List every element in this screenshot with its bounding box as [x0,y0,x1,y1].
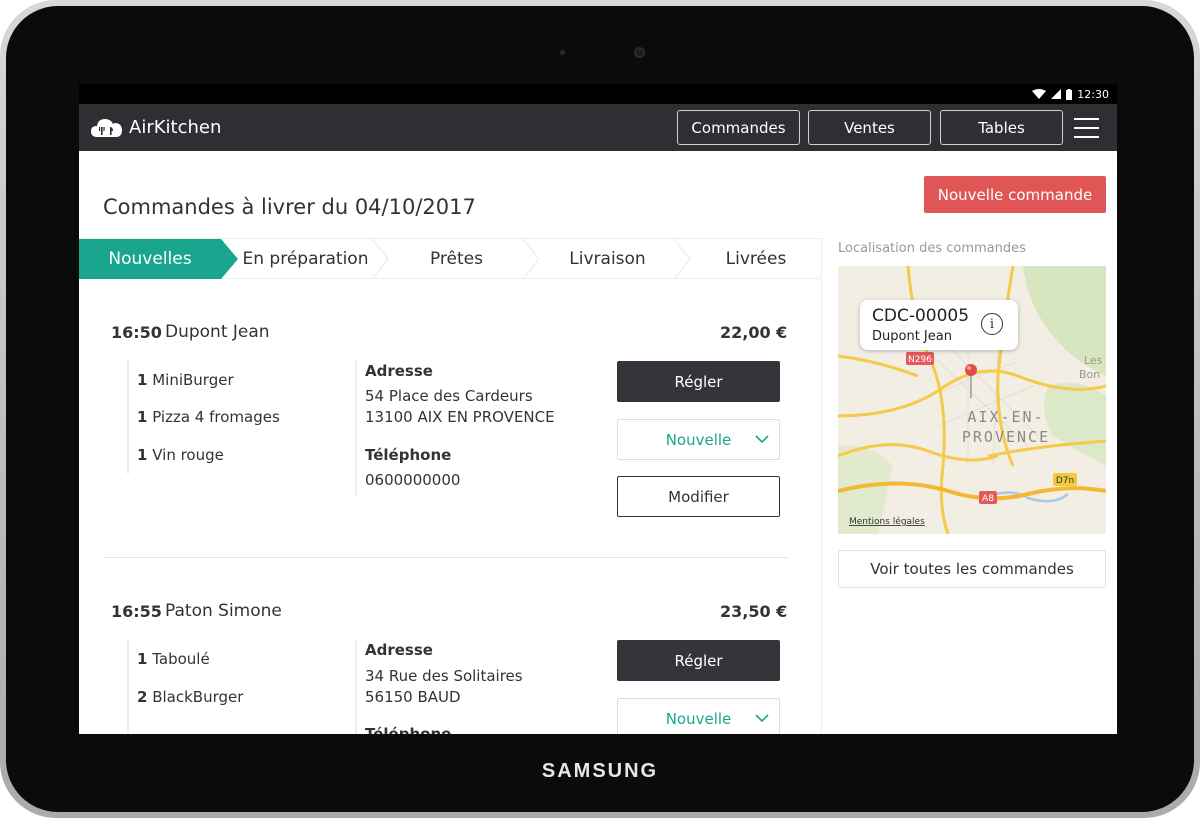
tab-separator [522,239,540,279]
panel-divider [821,238,822,734]
nav-sales-button[interactable]: Ventes [808,110,931,145]
item-name: Taboulé [152,650,210,668]
order-item: 2 BlackBurger [137,688,243,706]
items-divider [127,360,129,474]
app-bar: AirKitchen Commandes Ventes Tables [79,104,1117,151]
app-logo[interactable]: AirKitchen [91,116,221,138]
item-name: Pizza 4 fromages [152,408,280,426]
road-label-d7n: D7n [1056,476,1074,486]
info-icon[interactable]: i [981,313,1003,335]
menu-icon[interactable] [1074,118,1099,138]
address-label: Adresse [365,362,433,380]
map-city-line1: AIX-EN- [967,408,1044,426]
wifi-icon [1032,89,1047,99]
tab-livrees[interactable]: Livrées [691,239,821,279]
callout-order-id: CDC-00005 [872,306,970,326]
order-time: 16:55 [111,602,162,621]
road-label-a8: A8 [982,494,994,504]
order-item: 1 Vin rouge [137,446,224,464]
screen: 12:30 AirKitchen Commandes Ventes Tables… [79,84,1117,734]
pay-button[interactable]: Régler [617,361,780,402]
page-title: Commandes à livrer du 04/10/2017 [103,195,476,219]
status-value: Nouvelle [665,709,732,728]
chevron-down-icon [755,435,769,444]
tab-separator [673,239,691,279]
phone-label: Téléphone [365,446,452,464]
item-qty: 2 [137,688,148,706]
status-bar: 12:30 [79,84,1117,104]
status-select[interactable]: Nouvelle [617,698,780,734]
status-time: 12:30 [1077,87,1109,101]
tab-pretes[interactable]: Prêtes [389,239,524,279]
device-brand: SAMSUNG [541,760,659,782]
item-name: Vin rouge [152,446,224,464]
tab-livraison[interactable]: Livraison [540,239,675,279]
see-all-orders-button[interactable]: Voir toutes les commandes [838,550,1106,588]
address-line2: 56150 BAUD [365,688,461,706]
address-line2: 13100 AIX EN PROVENCE [365,408,555,426]
address-label: Adresse [365,641,433,659]
item-qty: 1 [137,446,148,464]
address-line1: 54 Place des Cardeurs [365,387,533,405]
tablet-frame: SAMSUNG 12:30 AirKitchen Commandes Vente… [0,0,1200,818]
order-item: 1 Pizza 4 fromages [137,408,280,426]
map-city-line2: PROVENCE [962,428,1050,446]
map-title: Localisation des commandes [838,241,1026,256]
item-qty: 1 [137,408,148,426]
status-value: Nouvelle [665,430,732,449]
callout-customer-name: Dupont Jean [872,329,952,344]
info-divider [355,639,357,734]
address-line1: 34 Rue des Solitaires [365,667,523,685]
status-select[interactable]: Nouvelle [617,419,780,460]
map-place-les: Les [1084,354,1103,367]
item-name: MiniBurger [152,371,234,389]
order-item: 1 MiniBurger [137,371,234,389]
map-place-bon: Bon [1079,368,1100,381]
order-customer-name: Paton Simone [165,601,282,621]
order-time: 16:50 [111,323,162,342]
road-label-n296: N296 [908,355,932,365]
status-tabs: Nouvelles En préparation Prêtes Livraiso… [79,238,821,279]
new-order-button[interactable]: Nouvelle commande [924,176,1106,213]
front-sensor [560,50,565,55]
app-name: AirKitchen [129,116,222,138]
map-callout[interactable]: CDC-00005 Dupont Jean i [860,300,1018,350]
item-name: BlackBurger [152,688,244,706]
item-qty: 1 [137,371,148,389]
phone-label: Téléphone [365,725,452,734]
front-camera [634,47,645,58]
map-legal-link[interactable]: Mentions légales [849,516,925,527]
order-item: 1 Taboulé [137,650,210,668]
tab-separator [371,239,389,279]
battery-icon [1066,88,1073,100]
signal-icon [1051,89,1062,99]
item-qty: 1 [137,650,148,668]
items-divider [127,639,129,734]
tab-en-preparation[interactable]: En préparation [238,239,373,279]
tab-nouvelles[interactable]: Nouvelles [79,239,221,279]
nav-tables-button[interactable]: Tables [940,110,1063,145]
chevron-down-icon [755,714,769,723]
order-customer-name: Dupont Jean [165,322,270,342]
phone-value: 0600000000 [365,471,461,489]
tab-arrow [221,239,238,279]
order-total: 22,00 € [720,323,788,342]
cloud-kitchen-icon [91,119,122,137]
edit-button[interactable]: Modifier [617,476,780,517]
order-total: 23,50 € [720,602,788,621]
info-divider [355,360,357,496]
pay-button[interactable]: Régler [617,640,780,681]
order-separator [103,557,789,558]
nav-orders-button[interactable]: Commandes [677,110,800,145]
